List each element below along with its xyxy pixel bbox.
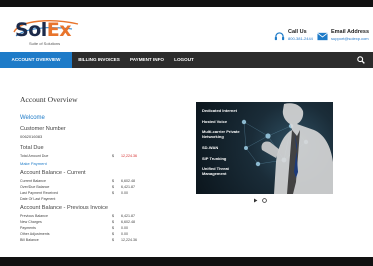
row-amount: 0.00 — [121, 232, 128, 236]
headset-icon — [274, 32, 285, 41]
row-label: New Charges — [20, 220, 42, 224]
row-currency: $ — [112, 226, 114, 230]
table-row: Date Of Last Payment — [20, 197, 160, 202]
row-label: Total Amount Due — [20, 154, 49, 158]
promo-item-hosted-voice: Hosted Voice — [202, 119, 228, 124]
row-amount: 6,602.48 — [121, 179, 135, 183]
row-label: Date Of Last Payment — [20, 197, 56, 201]
table-row: Over/Due Balance $ 6,421.87 — [20, 185, 160, 190]
row-label: Other Adjustments — [20, 232, 50, 236]
row-currency: $ — [112, 232, 114, 236]
promo-item-dedicated-internet: Dedicated Internet — [202, 108, 237, 113]
total-amount-due-row: Total Amount Due $ 12,224.36 — [20, 154, 160, 159]
row-currency: $ — [112, 191, 114, 195]
total-due-heading: Total Due — [20, 145, 44, 151]
row-amount: 6,421.87 — [121, 214, 135, 218]
table-row: Previous Balance $ 6,421.87 — [20, 214, 160, 219]
row-amount: 0.00 — [121, 191, 128, 195]
row-label: Payments — [20, 226, 36, 230]
row-amount: 0.00 — [121, 226, 128, 230]
table-row: New Charges $ 6,602.48 — [20, 220, 160, 225]
promo-item-sd-wan: SD-WAN — [202, 145, 219, 150]
call-us-label: Call Us — [288, 29, 307, 35]
row-label: Bill Balance — [20, 238, 39, 242]
email-label: Email Address — [331, 29, 370, 35]
logo-letters-ol: ol — [28, 19, 47, 41]
promo-item-sip-trunking: SIP Trunking — [202, 156, 227, 161]
footer-strip — [0, 257, 373, 266]
row-currency: $ — [112, 214, 114, 218]
nav-logout[interactable]: LOGOUT — [171, 52, 197, 68]
page-title: Account Overview — [20, 95, 78, 104]
row-amount: 12,224.36 — [121, 238, 137, 242]
nav-account-overview[interactable]: ACCOUNT OVERVIEW — [0, 52, 72, 68]
nav-billing-invoices[interactable]: BILLING INVOICES — [74, 52, 124, 68]
email-address[interactable]: support@solexp.com — [331, 36, 369, 41]
table-row: Payments $ 0.00 — [20, 226, 160, 231]
promo-item-private-networking: Multi-carrier Private Networking — [202, 129, 240, 139]
customer-number-value: 0062016083 — [20, 134, 43, 139]
balance-previous-heading: Account Balance - Previous Invoice — [20, 205, 108, 211]
row-currency: $ — [112, 220, 114, 224]
table-row: Last Payment Received $ 0.00 — [20, 191, 160, 196]
call-us-number[interactable]: 800-381-2444 — [288, 36, 313, 41]
email-block[interactable]: Email Address support@solexp.com — [317, 29, 373, 47]
table-row: Bill Balance $ 12,224.36 — [20, 238, 160, 243]
site-header: SolEx Suite of Solutions Call Us 800-381… — [0, 7, 373, 52]
welcome-text: Welcome — [20, 115, 45, 121]
table-row: Other Adjustments $ 0.00 — [20, 232, 160, 237]
row-label: Previous Balance — [20, 214, 48, 218]
customer-number-heading: Customer Number — [20, 126, 66, 132]
row-amount: 6,421.87 — [121, 185, 135, 189]
play-icon[interactable] — [253, 198, 258, 203]
main-navbar: ACCOUNT OVERVIEW BILLING INVOICES PAYMEN… — [0, 52, 373, 68]
row-currency: $ — [112, 154, 114, 158]
pause-icon[interactable] — [262, 198, 267, 203]
row-currency: $ — [112, 179, 114, 183]
services-promo-banner[interactable]: Dedicated Internet Hosted Voice Multi-ca… — [196, 102, 333, 194]
envelope-icon — [317, 32, 328, 41]
logo-letter-s: S — [15, 19, 29, 41]
logo-wordmark: SolEx — [15, 19, 72, 41]
make-payment-link[interactable]: Make Payment — [20, 161, 47, 166]
logo-tagline: Suite of Solutions — [29, 41, 61, 46]
logo-letters-ex: Ex — [46, 19, 72, 41]
promo-item-utm: Unified Threat Management — [202, 166, 229, 176]
solex-logo[interactable]: SolEx Suite of Solutions — [13, 19, 79, 50]
balance-current-heading: Account Balance - Current — [20, 170, 86, 176]
row-currency: $ — [112, 185, 114, 189]
table-row: Current Balance $ 6,602.48 — [20, 179, 160, 184]
row-amount: 6,602.48 — [121, 220, 135, 224]
call-us-block[interactable]: Call Us 800-381-2444 — [274, 29, 314, 47]
row-amount: 12,224.36 — [121, 154, 137, 158]
nav-payment-info[interactable]: PAYMENT INFO — [127, 52, 167, 68]
row-currency: $ — [112, 238, 114, 242]
search-icon[interactable] — [357, 56, 365, 64]
top-strip — [0, 0, 373, 7]
row-label: Last Payment Received — [20, 191, 58, 195]
row-label: Current Balance — [20, 179, 46, 183]
row-label: Over/Due Balance — [20, 185, 50, 189]
